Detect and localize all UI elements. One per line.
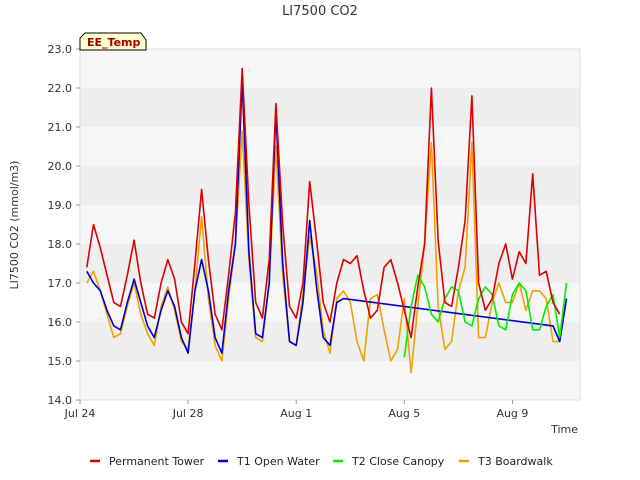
y-tick-label: 21.0 bbox=[48, 121, 73, 134]
x-axis-title: Time bbox=[550, 423, 578, 436]
x-tick-label: Jul 24 bbox=[64, 407, 96, 420]
badge-label: EE_Temp bbox=[87, 36, 140, 49]
y-tick-label: 20.0 bbox=[48, 160, 73, 173]
y-tick-label: 16.0 bbox=[48, 316, 73, 329]
y-tick-label: 19.0 bbox=[48, 199, 73, 212]
y-tick-label: 22.0 bbox=[48, 82, 73, 95]
legend-label: T2 Close Canopy bbox=[351, 455, 445, 468]
line-chart: 14.0 15.0 16.0 17.0 18.0 19.0 20.0 21.0 22.0 23.0… bbox=[0, 0, 640, 480]
grid-band bbox=[80, 361, 580, 400]
grid-band bbox=[80, 166, 580, 205]
x-tick-label: Jul 28 bbox=[172, 407, 204, 420]
y-tick-label: 18.0 bbox=[48, 238, 73, 251]
chart-title: LI7500 CO2 bbox=[282, 4, 358, 19]
grid-band bbox=[80, 49, 580, 88]
x-tick-label: Aug 1 bbox=[280, 407, 312, 420]
y-tick-label: 23.0 bbox=[48, 43, 73, 56]
badge: EE_Temp bbox=[79, 32, 147, 51]
x-tick-label: Aug 5 bbox=[388, 407, 420, 420]
grid-band bbox=[80, 244, 580, 283]
grid-band bbox=[80, 205, 580, 244]
y-tick-label: 14.0 bbox=[48, 394, 73, 407]
y-axis-title: LI7500 CO2 (mmol/m3) bbox=[8, 161, 21, 290]
grid-band bbox=[80, 127, 580, 166]
y-tick-label: 15.0 bbox=[48, 355, 73, 368]
legend-label: Permanent Tower bbox=[109, 455, 205, 468]
x-tick-label: Aug 9 bbox=[496, 407, 528, 420]
y-tick-label: 17.0 bbox=[48, 277, 73, 290]
grid-band bbox=[80, 88, 580, 127]
legend-label: T3 Boardwalk bbox=[477, 455, 553, 468]
legend-label: T1 Open Water bbox=[236, 455, 320, 468]
